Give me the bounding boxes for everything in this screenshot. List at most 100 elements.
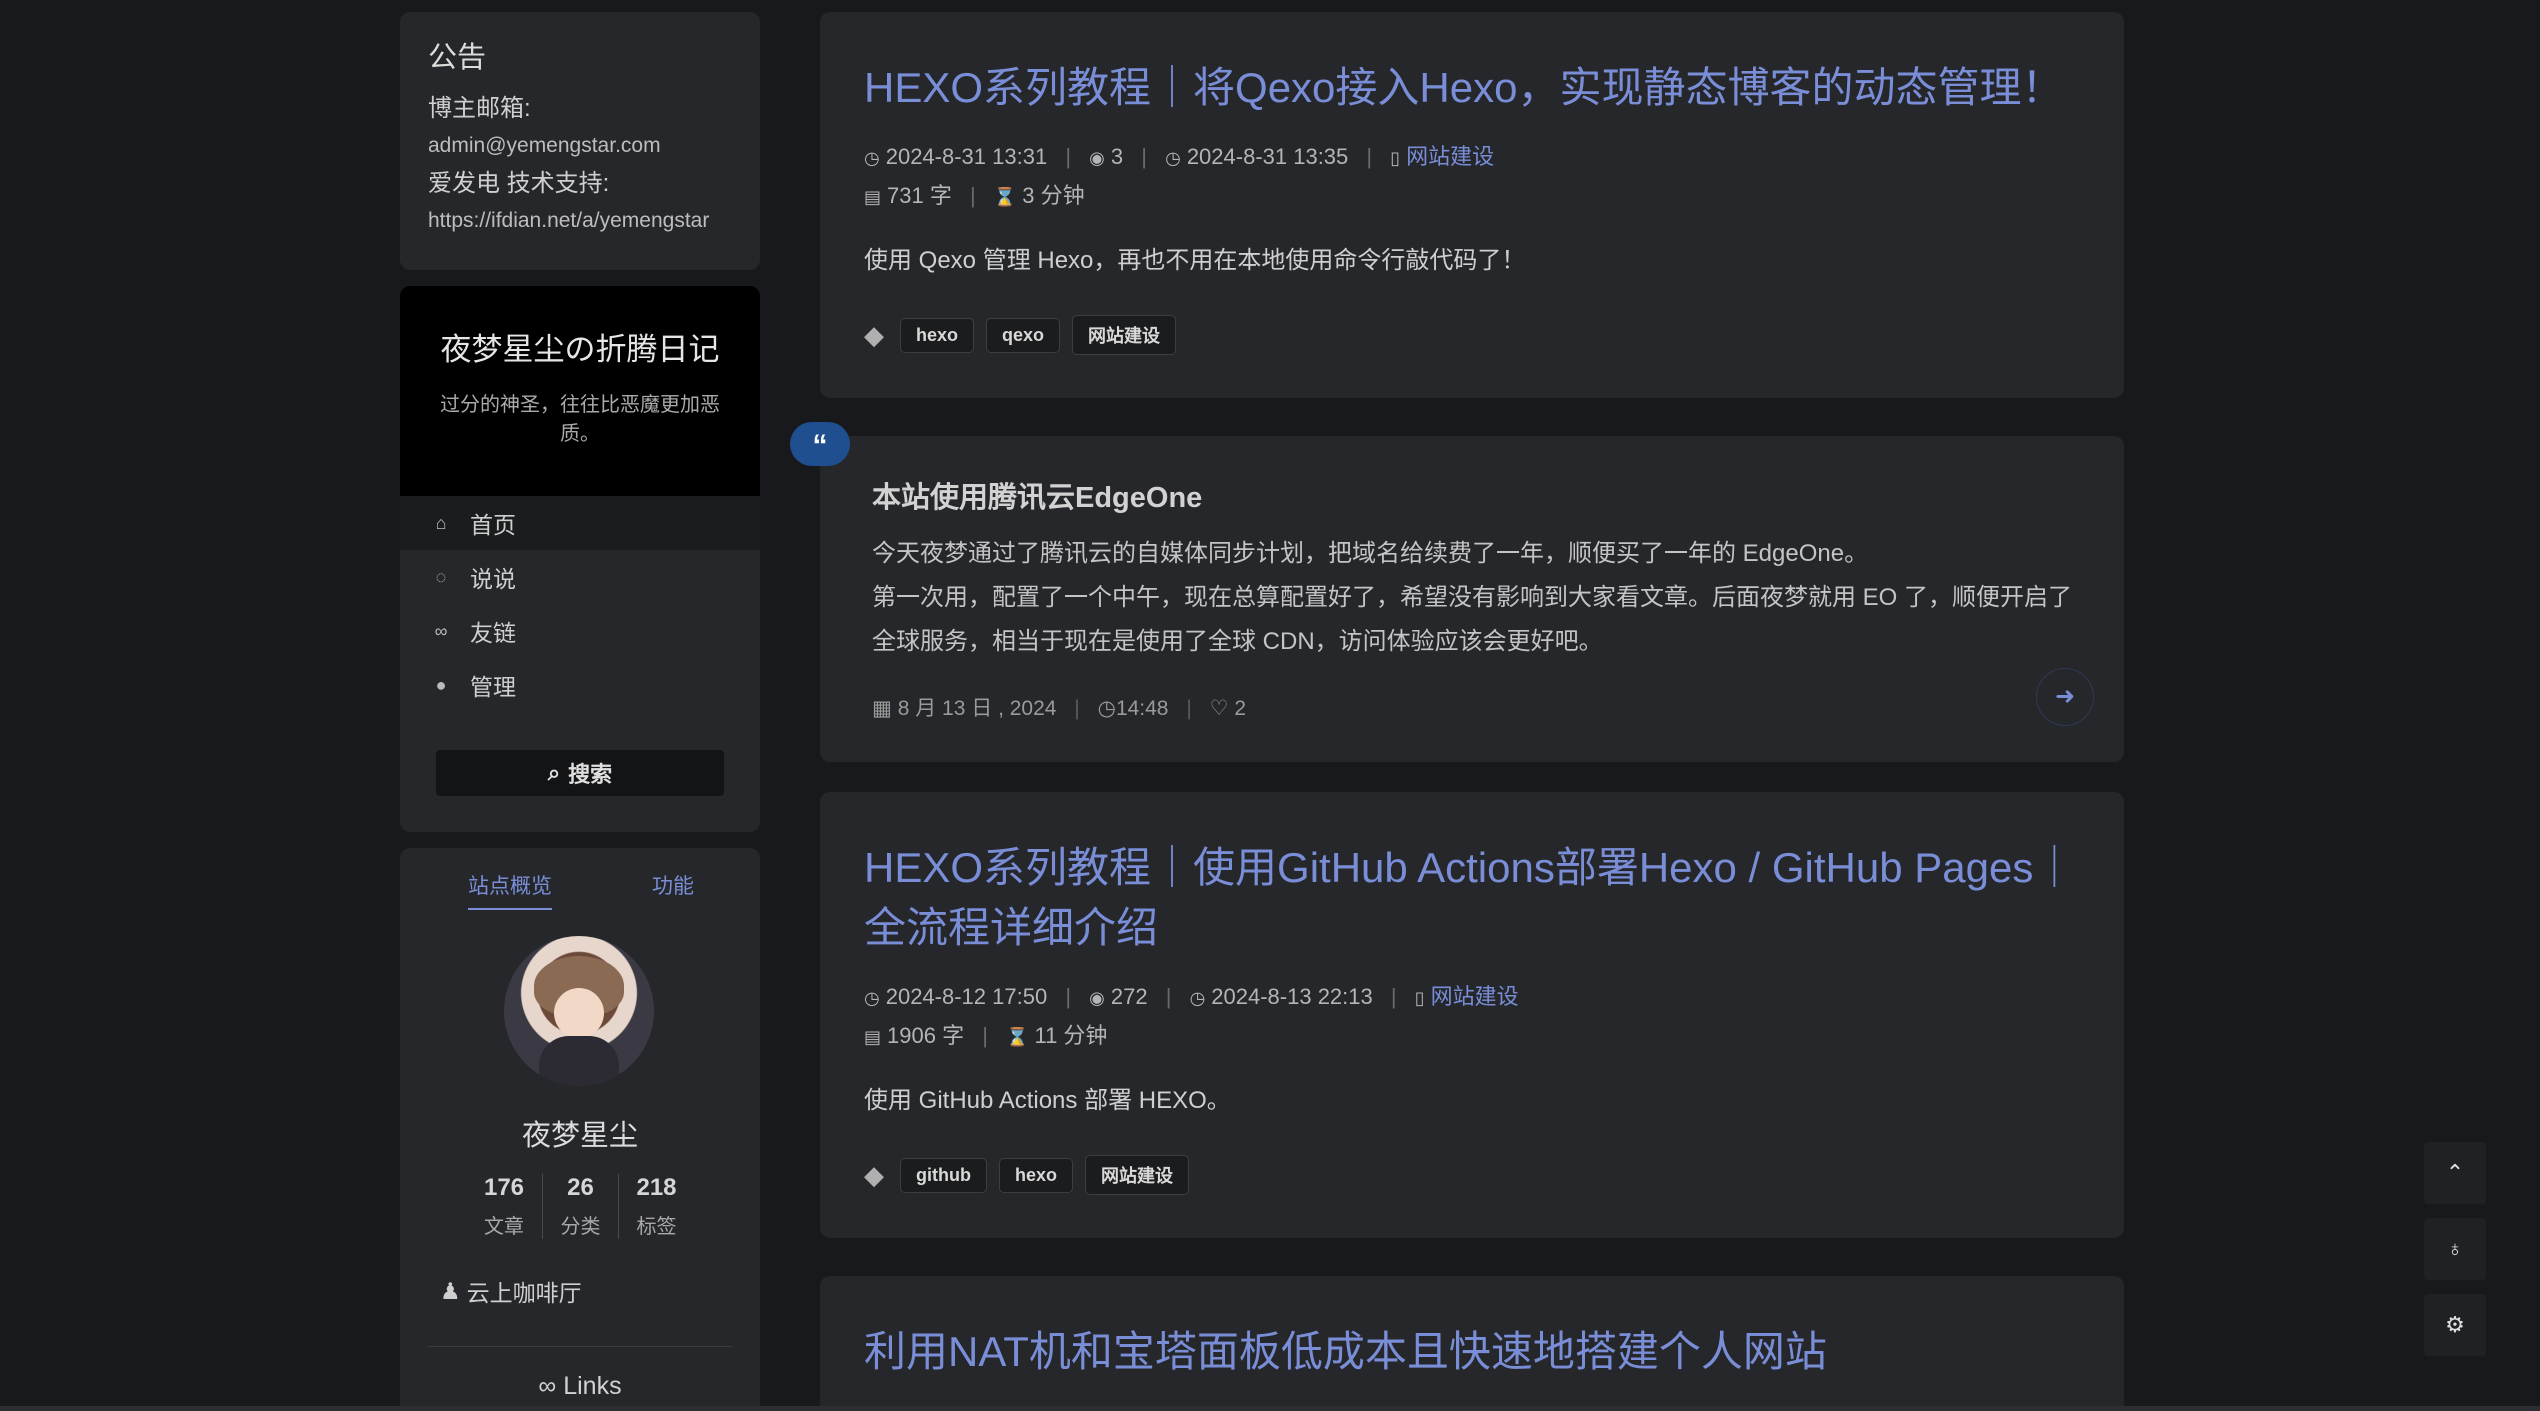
- brand-menu-card: 夜梦星尘の折腾日记 过分的神圣，往往比恶魔更加恶质。 ⌂ 首页 ◌ 说说 ∞ 友…: [400, 286, 760, 832]
- site-stats: 176 文章 26 分类 218 标签: [466, 1174, 694, 1239]
- post-views: 272: [1110, 984, 1148, 1009]
- talk-time: 14:48: [1115, 697, 1169, 720]
- post-card: 利用NAT机和宝塔面板低成本且快速地搭建个人网站: [820, 1276, 2124, 1411]
- link-icon: ∞: [434, 620, 448, 641]
- theme-toggle-button[interactable]: ♁: [2424, 1218, 2486, 1280]
- support-link[interactable]: https://ifdian.net/a/yemengstar: [428, 202, 732, 240]
- post-title[interactable]: HEXO系列教程｜将Qexo接入Hexo，实现静态博客的动态管理！: [864, 58, 2080, 118]
- post-category[interactable]: 网站建设: [1406, 144, 1494, 169]
- post-created: 2024-8-12 17:50: [885, 984, 1048, 1009]
- search-button[interactable]: ⌕ 搜索: [436, 750, 724, 796]
- brand-header: 夜梦星尘の折腾日记 过分的神圣，往往比恶魔更加恶质。: [400, 286, 760, 496]
- post-tags: ◆ github hexo 网站建设: [864, 1155, 2080, 1195]
- post-created: 2024-8-31 13:31: [885, 144, 1048, 169]
- avatar: [504, 936, 654, 1086]
- tag[interactable]: hexo: [998, 1157, 1073, 1193]
- post-meta: ◷ 2024-8-31 13:31 | ◉ 3 | ◷ 2024-8-31 13:35…: [864, 144, 1495, 208]
- stat-categories[interactable]: 26 分类: [542, 1174, 618, 1239]
- post-card: HEXO系列教程｜使用GitHub Actions部署Hexo / GitHub…: [820, 792, 2124, 1238]
- talk-date: 8 月 13 日 , 2024: [897, 697, 1057, 720]
- chevron-up-icon: ⌃: [2445, 1160, 2465, 1185]
- clock-icon: ◷: [1165, 148, 1181, 168]
- bookmark-icon: ▯: [1414, 988, 1425, 1008]
- tag[interactable]: 网站建设: [1072, 315, 1177, 355]
- word-count-icon: ▤: [864, 1027, 882, 1047]
- post-tags: ◆ hexo qexo 网站建设: [864, 315, 2080, 355]
- post-updated: 2024-8-31 13:35: [1186, 144, 1349, 169]
- tab-overview[interactable]: 站点概览: [468, 870, 552, 910]
- tag[interactable]: hexo: [900, 317, 975, 353]
- tab-functions[interactable]: 功能: [652, 870, 694, 900]
- post-excerpt: 使用 Qexo 管理 Hexo，再也不用在本地使用命令行敲代码了！: [864, 247, 1526, 274]
- stat-value: 176: [483, 1174, 525, 1201]
- email-value: admin@yemengstar.com: [428, 134, 661, 157]
- menu-item-label: 首页: [470, 512, 516, 538]
- post-title[interactable]: 利用NAT机和宝塔面板低成本且快速地搭建个人网站: [864, 1322, 2080, 1382]
- menu-item-links[interactable]: ∞ 友链: [400, 604, 760, 658]
- talk-likes: 2: [1234, 697, 1247, 720]
- site-subtitle: 过分的神圣，往往比恶魔更加恶质。: [440, 394, 720, 445]
- stat-label: 分类: [560, 1216, 601, 1238]
- post-category[interactable]: 网站建设: [1431, 984, 1519, 1009]
- tag[interactable]: 网站建设: [1085, 1155, 1189, 1195]
- email-label: 博主邮箱:: [428, 95, 531, 122]
- gear-icon: ⚙: [2445, 1312, 2465, 1337]
- tags-icon: ◆: [864, 1159, 884, 1190]
- menu-item-talk[interactable]: ◌ 说说: [400, 550, 760, 604]
- post-title[interactable]: HEXO系列教程｜使用GitHub Actions部署Hexo / GitHub…: [864, 838, 2080, 958]
- post-meta: ◷ 2024-8-12 17:50 | ◉ 272 | ◷ 2024-8-13 22:…: [864, 984, 1519, 1048]
- stat-tags[interactable]: 218 标签: [618, 1174, 694, 1239]
- search-icon: ⌕: [547, 760, 561, 785]
- menu-item-label: 友链: [470, 620, 516, 646]
- support-label: 爱发电 技术支持:: [428, 170, 610, 197]
- user-icon: ●: [435, 674, 447, 695]
- quote-icon: “: [790, 422, 850, 466]
- talk-line: 第一次用，配置了一个中午，现在总算配置好了，希望没有影响到大家看文章。后面夜梦就…: [872, 584, 2073, 611]
- stat-value: 26: [567, 1174, 594, 1201]
- menu-item-label: 说说: [470, 566, 516, 592]
- home-icon: ⌂: [435, 512, 447, 533]
- arrow-right-icon[interactable]: ➜: [2036, 668, 2094, 726]
- menu-item-admin[interactable]: ● 管理: [400, 658, 760, 712]
- word-count-icon: ▤: [864, 187, 882, 207]
- talk-card: “ 本站使用腾讯云EdgeOne 今天夜梦通过了腾讯云的自媒体同步计划，把域名给…: [790, 422, 2124, 762]
- clock-icon: ◷: [864, 988, 880, 1008]
- talk-line: 全球服务，相当于现在是使用了全球 CDN，访问体验应该会更好吧。: [872, 628, 1603, 655]
- stat-posts[interactable]: 176 文章: [466, 1174, 542, 1239]
- divider: [428, 1346, 732, 1347]
- hourglass-icon: ⌛: [993, 187, 1017, 207]
- search-label: 搜索: [568, 762, 613, 787]
- qq-icon: ♟: [440, 1277, 461, 1304]
- author-name: 夜梦星尘: [521, 1120, 638, 1152]
- tags-icon: ◆: [864, 319, 884, 350]
- settings-button[interactable]: ⚙: [2424, 1294, 2486, 1356]
- notice-title: 公告: [428, 42, 487, 74]
- tag[interactable]: qexo: [986, 317, 1061, 353]
- qq-group-link[interactable]: ♟ 云上咖啡厅: [440, 1274, 582, 1308]
- site-title[interactable]: 夜梦星尘の折腾日记: [400, 324, 760, 369]
- thumbs-up-icon[interactable]: ♡: [1210, 697, 1229, 720]
- stat-value: 218: [636, 1174, 677, 1201]
- talk-meta: ▦ 8 月 13 日 , 2024 | ◷14:48 | ♡ 2: [872, 697, 1247, 720]
- post-card: HEXO系列教程｜将Qexo接入Hexo，实现静态博客的动态管理！ ◷ 2024-…: [820, 12, 2124, 398]
- profile-card: 站点概览 功能 夜梦星尘 176 文章 26 分类 218 标签 ♟ 云上咖啡厅…: [400, 848, 760, 1411]
- notice-card: 公告 博主邮箱: admin@yemengstar.com 爱发电 技术支持: …: [400, 12, 760, 270]
- talk-title[interactable]: 本站使用腾讯云EdgeOne: [872, 474, 2072, 516]
- eye-icon: ◉: [1089, 988, 1105, 1008]
- tag[interactable]: github: [900, 1157, 987, 1193]
- back-to-top-button[interactable]: ⌃: [2424, 1142, 2486, 1204]
- menu-item-label: 管理: [470, 674, 516, 700]
- stat-label: 标签: [636, 1216, 677, 1238]
- clock-icon: ◷: [1097, 697, 1116, 720]
- calendar-icon: ▦: [872, 697, 892, 720]
- menu-item-home[interactable]: ⌂ 首页: [400, 496, 760, 550]
- post-read-time: 3 分钟: [1022, 183, 1085, 208]
- stat-label: 文章: [484, 1216, 524, 1238]
- post-words: 731 字: [887, 183, 952, 208]
- group-label: 云上咖啡厅: [466, 1280, 582, 1306]
- post-updated: 2024-8-13 22:13: [1211, 984, 1373, 1009]
- eye-icon: ◉: [1089, 148, 1105, 168]
- link-icon: ∞: [538, 1372, 557, 1400]
- talk-body: 今天夜梦通过了腾讯云的自媒体同步计划，把域名给续费了一年，顺便买了一年的 Edg…: [872, 532, 2072, 664]
- bookmark-icon: ▯: [1390, 148, 1401, 168]
